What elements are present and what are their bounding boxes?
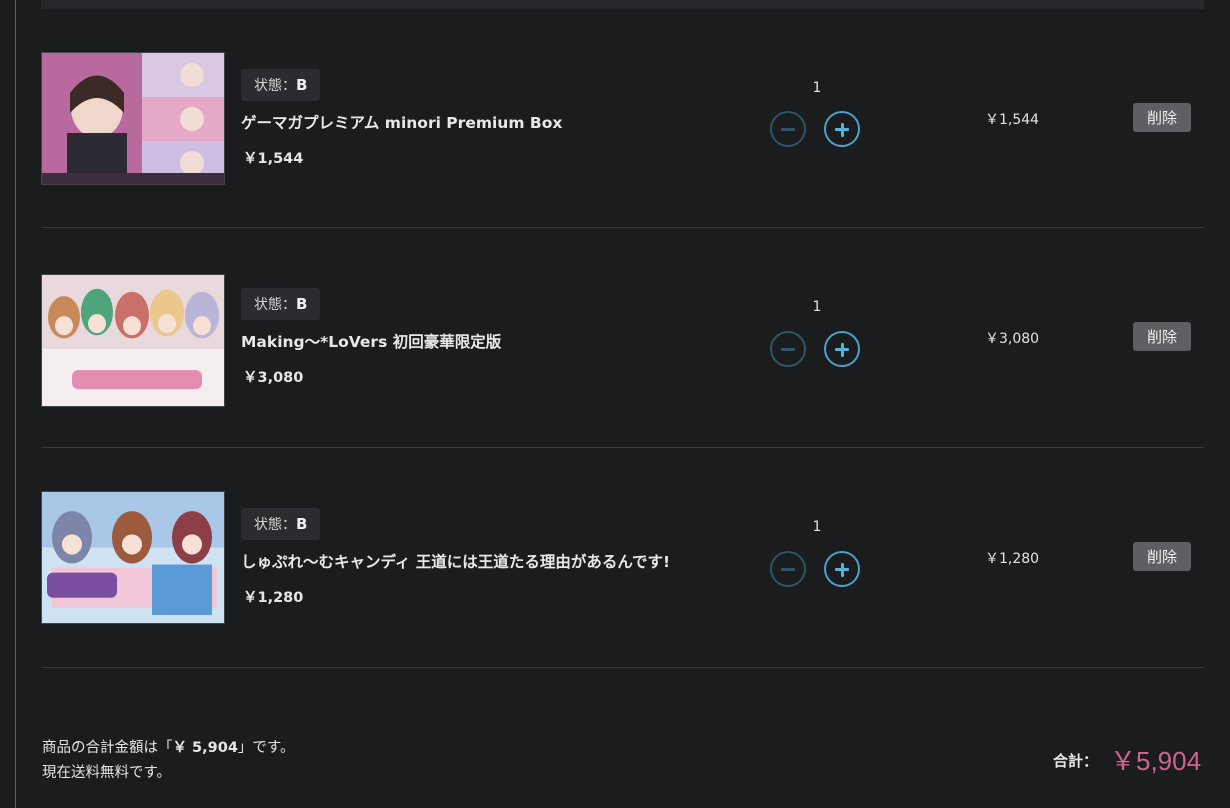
condition-label: 状態： <box>254 297 296 313</box>
shipping-note: 現在送料無料です。 <box>42 765 172 781</box>
delete-button[interactable]: 削除 <box>1133 322 1191 351</box>
decrease-quantity-button[interactable] <box>770 551 806 587</box>
delete-button[interactable]: 削除 <box>1133 103 1191 132</box>
condition-badge: 状態：B <box>241 69 321 101</box>
condition-badge: 状態：B <box>241 508 321 540</box>
condition-value: B <box>296 76 308 94</box>
left-border-line <box>15 0 16 808</box>
condition-label: 状態： <box>254 517 296 533</box>
summary-suffix: 」です。 <box>237 740 295 756</box>
condition-label: 状態： <box>254 78 296 94</box>
delete-button[interactable]: 削除 <box>1133 542 1191 571</box>
product-thumbnail[interactable] <box>41 491 225 624</box>
product-title[interactable]: しゅぷれ～むキャンディ 王道には王道たる理由があるんです! <box>241 550 670 572</box>
condition-value: B <box>296 515 308 533</box>
product-price: ￥1,544 <box>243 151 304 167</box>
quantity-value: 1 <box>812 80 822 96</box>
condition-value: B <box>296 295 308 313</box>
decrease-quantity-button[interactable] <box>770 331 806 367</box>
product-price: ￥1,280 <box>243 590 304 606</box>
minus-icon <box>781 128 795 131</box>
minus-icon <box>781 348 795 351</box>
cart-summary: 商品の合計金額は「￥ 5,904」です。 現在送料無料です。 <box>42 736 294 786</box>
cart-item: 状態：B ゲーマガプレミアム minori Premium Box ￥1,544… <box>41 7 1204 228</box>
minori-premium-box-image <box>42 53 224 184</box>
condition-badge: 状態：B <box>241 288 321 320</box>
increase-quantity-button[interactable] <box>824 111 860 147</box>
product-title[interactable]: ゲーマガプレミアム minori Premium Box <box>241 111 562 133</box>
decrease-quantity-button[interactable] <box>770 111 806 147</box>
making-lovers-image <box>42 275 224 406</box>
product-price: ￥3,080 <box>243 370 304 386</box>
cart-item: 状態：B Making～*LoVers 初回豪華限定版 ￥3,080 1 ￥3,… <box>41 227 1204 448</box>
increase-quantity-button[interactable] <box>824 331 860 367</box>
minus-icon <box>781 568 795 571</box>
summary-amount: ￥ 5,904 <box>172 740 238 756</box>
product-thumbnail[interactable] <box>41 274 225 407</box>
summary-prefix: 商品の合計金額は「 <box>42 740 173 756</box>
line-total: ￥3,080 <box>985 331 1040 347</box>
line-total: ￥1,544 <box>985 112 1040 128</box>
product-title[interactable]: Making～*LoVers 初回豪華限定版 <box>241 330 501 352</box>
cart-item: 状態：B しゅぷれ～むキャンディ 王道には王道たる理由があるんです! ￥1,28… <box>41 447 1204 668</box>
total-value: ￥5,904 <box>1110 746 1202 776</box>
quantity-value: 1 <box>812 299 822 315</box>
total-label: 合計： <box>1053 752 1099 770</box>
supreme-candy-image <box>42 492 224 623</box>
product-thumbnail[interactable] <box>41 52 225 185</box>
increase-quantity-button[interactable] <box>824 551 860 587</box>
line-total: ￥1,280 <box>985 551 1040 567</box>
quantity-value: 1 <box>812 519 822 535</box>
summary-total-line: 商品の合計金額は「￥ 5,904」です。 <box>42 736 294 761</box>
